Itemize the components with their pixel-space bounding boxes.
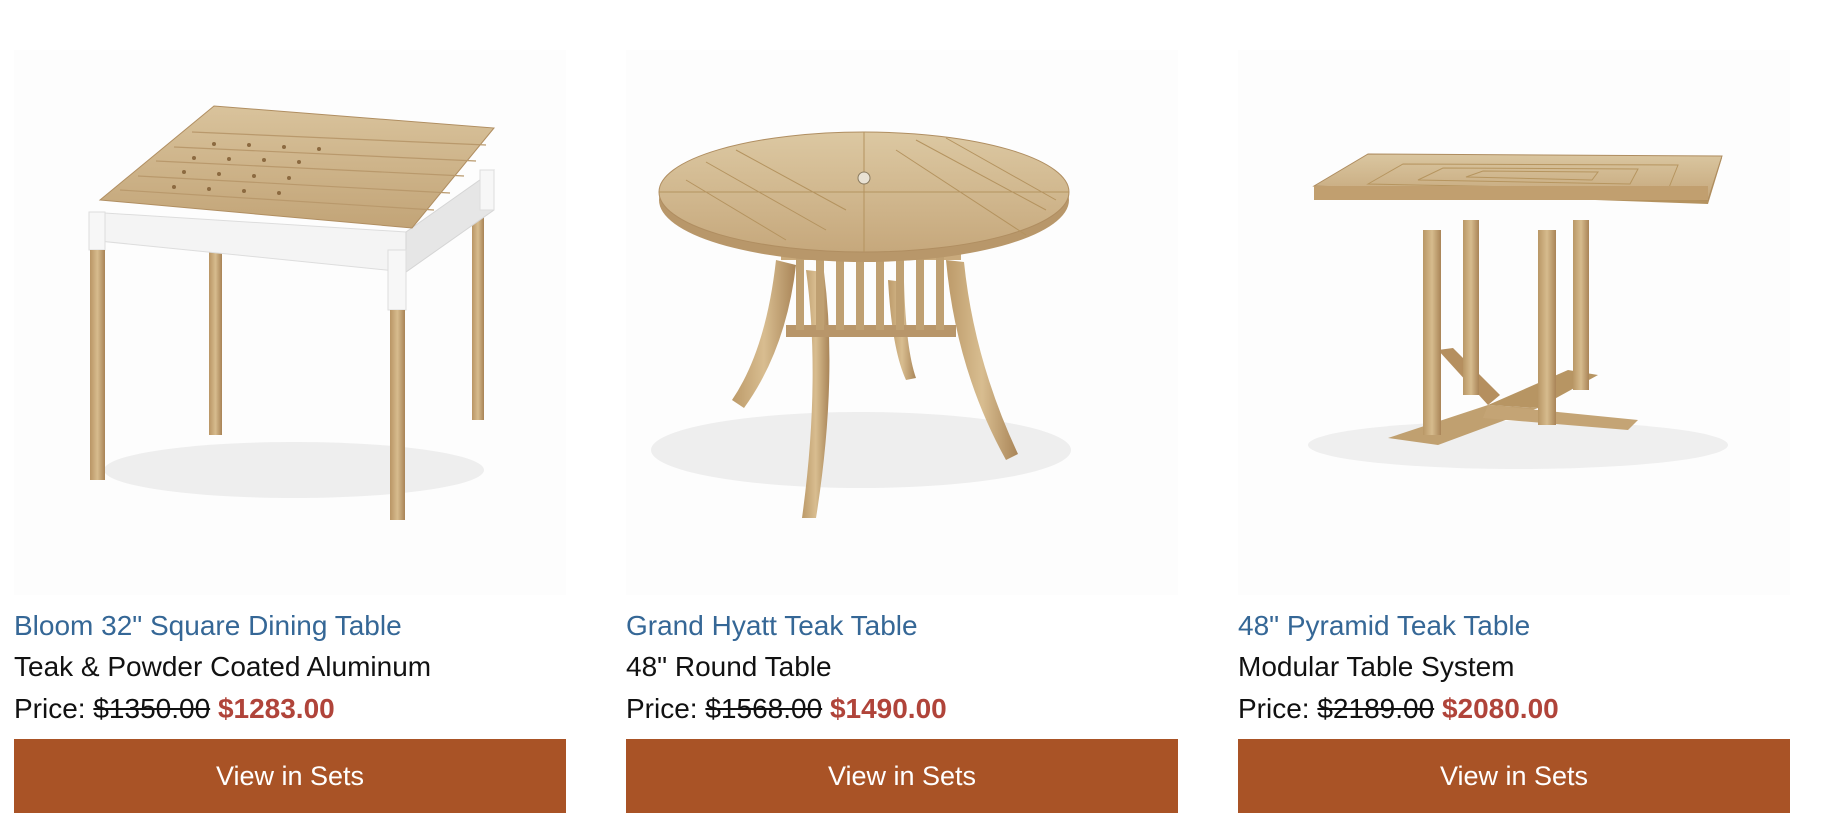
- sale-price: $2080.00: [1441, 693, 1559, 724]
- old-price: $1350.00: [93, 693, 211, 724]
- product-subtitle: Modular Table System: [1238, 651, 1515, 682]
- price-label: Price:: [626, 693, 698, 724]
- view-in-sets-button[interactable]: View in Sets: [1238, 739, 1790, 813]
- old-price: $2189.00: [1317, 693, 1435, 724]
- product-card-grand-hyatt: Grand Hyatt Teak Table 48" Round Table P…: [626, 50, 1178, 813]
- product-title-link[interactable]: Grand Hyatt Teak Table: [626, 606, 1178, 646]
- product-card-bloom: Bloom 32" Square Dining Table Teak & Pow…: [14, 50, 566, 813]
- view-in-sets-button[interactable]: View in Sets: [14, 739, 566, 813]
- price-label: Price:: [1238, 693, 1310, 724]
- product-title-link[interactable]: Bloom 32" Square Dining Table: [14, 606, 566, 646]
- old-price: $1568.00: [705, 693, 823, 724]
- product-card-pyramid: 48" Pyramid Teak Table Modular Table Sys…: [1238, 50, 1790, 813]
- round-table-illustration: [651, 131, 1071, 518]
- price-line: Price: $1568.00 $1490.00: [626, 688, 1178, 730]
- bloom-table-illustration: [88, 105, 495, 520]
- product-grid: Bloom 32" Square Dining Table Teak & Pow…: [14, 50, 1790, 813]
- price-label: Price:: [14, 693, 86, 724]
- price-line: Price: $2189.00 $2080.00: [1238, 688, 1790, 730]
- price-line: Price: $1350.00 $1283.00: [14, 688, 566, 730]
- product-subtitle: 48" Round Table: [626, 651, 832, 682]
- square-table-illustration: [1308, 153, 1728, 469]
- product-title-link[interactable]: 48" Pyramid Teak Table: [1238, 606, 1790, 646]
- sale-price: $1490.00: [829, 693, 947, 724]
- view-in-sets-button[interactable]: View in Sets: [626, 739, 1178, 813]
- product-image-bloom-table[interactable]: [14, 50, 566, 595]
- product-image-pyramid-table[interactable]: [1238, 50, 1790, 595]
- sale-price: $1283.00: [217, 693, 335, 724]
- product-subtitle: Teak & Powder Coated Aluminum: [14, 651, 432, 682]
- product-image-grand-hyatt-table[interactable]: [626, 50, 1178, 595]
